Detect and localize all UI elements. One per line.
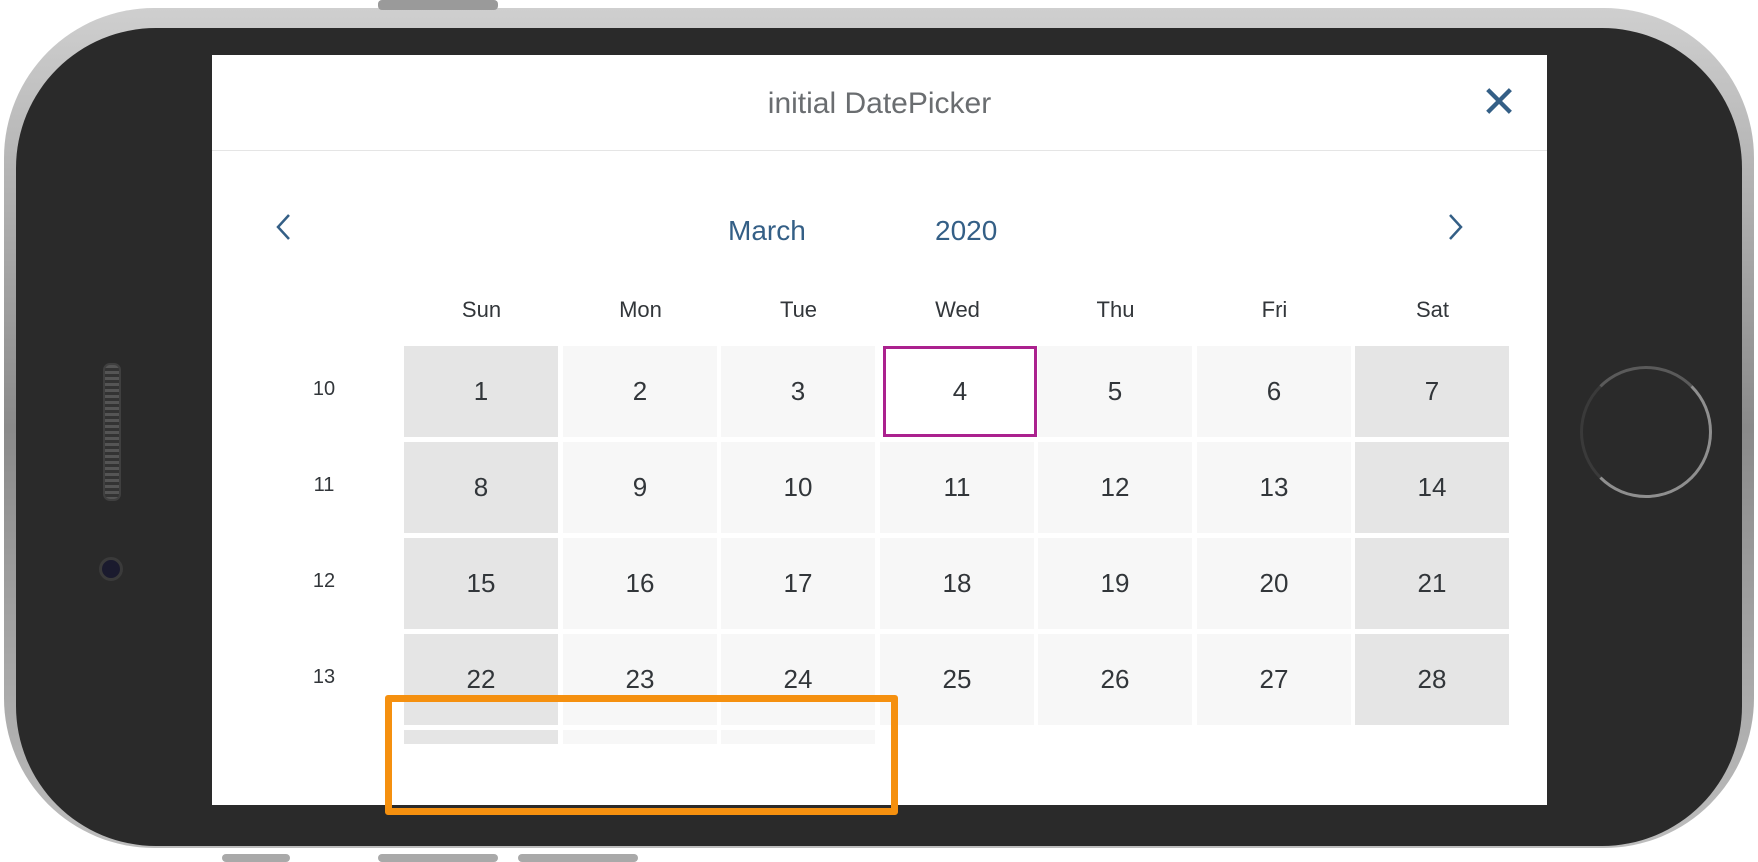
day-cell[interactable]: 13	[1197, 442, 1351, 533]
weekday-label: Mon	[619, 297, 662, 322]
weekday-label: Fri	[1261, 297, 1288, 322]
dialog-title: initial DatePicker	[767, 87, 992, 120]
day-cell[interactable]: 8	[404, 442, 558, 533]
weekday-label: Sun	[461, 297, 502, 322]
day-cell[interactable]: 17	[721, 538, 875, 629]
week-number: 11	[313, 474, 335, 496]
day-cell[interactable]: 3	[721, 346, 875, 437]
weekday-label: Sat	[1415, 297, 1450, 322]
day-cell[interactable]: 1	[404, 346, 558, 437]
weekday-label: Thu	[1096, 297, 1135, 322]
week-number: 12	[312, 570, 336, 592]
day-cell[interactable]: 10	[721, 442, 875, 533]
day-cell[interactable]: 5	[1038, 346, 1192, 437]
weekday-label: Wed	[935, 297, 980, 322]
side-button	[378, 854, 498, 862]
year-button[interactable]: 2020	[935, 215, 997, 247]
day-cell[interactable]: 9	[563, 442, 717, 533]
home-button[interactable]	[1580, 366, 1712, 498]
day-cell[interactable]: 18	[880, 538, 1034, 629]
volume-button	[378, 0, 498, 10]
day-cell[interactable]: 11	[880, 442, 1034, 533]
day-cell[interactable]: 21	[1355, 538, 1509, 629]
close-icon[interactable]: ✕	[1479, 81, 1519, 125]
datepicker-dialog: initial DatePicker ✕ March 2020 Sun Mon …	[212, 55, 1547, 805]
day-cell[interactable]: 14	[1355, 442, 1509, 533]
day-cell[interactable]: 6	[1197, 346, 1351, 437]
speaker-grille	[103, 363, 121, 501]
day-cell[interactable]: 27	[1197, 634, 1351, 725]
chevron-right-icon[interactable]	[1445, 210, 1465, 253]
day-cell[interactable]: 25	[880, 634, 1034, 725]
day-cell[interactable]: 28	[1355, 634, 1509, 725]
day-cell[interactable]: 12	[1038, 442, 1192, 533]
side-button	[518, 854, 638, 862]
weekday-label: Tue	[779, 297, 818, 322]
week-number: 10	[312, 378, 336, 400]
day-cell[interactable]: 7	[1355, 346, 1509, 437]
dialog-header: initial DatePicker ✕	[212, 55, 1547, 151]
side-button	[222, 854, 290, 862]
camera-icon	[99, 557, 123, 581]
day-cell[interactable]: 2	[563, 346, 717, 437]
day-cell[interactable]: 20	[1197, 538, 1351, 629]
day-cell-today[interactable]: 4	[883, 346, 1037, 437]
highlight-box	[385, 695, 898, 815]
day-cell[interactable]: 16	[563, 538, 717, 629]
chevron-left-icon[interactable]	[274, 210, 294, 253]
month-button[interactable]: March	[728, 215, 806, 247]
week-number: 13	[312, 666, 336, 688]
day-cell[interactable]: 26	[1038, 634, 1192, 725]
day-cell[interactable]: 15	[404, 538, 558, 629]
device-frame: initial DatePicker ✕ March 2020 Sun Mon …	[0, 0, 1758, 862]
day-cell[interactable]: 19	[1038, 538, 1192, 629]
